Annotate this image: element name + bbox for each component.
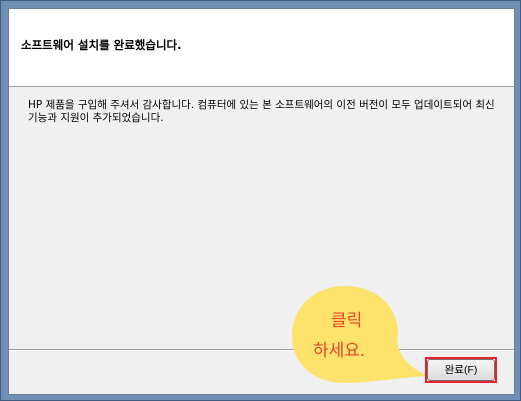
dialog-content: 소프트웨어 설치를 완료했습니다. HP 제품을 구입해 주셔서 감사합니다. …	[8, 8, 515, 395]
dialog-heading: 소프트웨어 설치를 완료했습니다.	[21, 38, 182, 52]
callout-text-click: 클릭	[331, 311, 363, 331]
callout-text-please: 하세요.	[313, 341, 366, 361]
finish-button[interactable]: 완료(F)	[427, 359, 495, 381]
footer-separator	[9, 349, 514, 351]
dialog-header: 소프트웨어 설치를 완료했습니다.	[9, 9, 514, 87]
dialog-message: HP 제품을 구입해 주셔서 감사합니다. 컴퓨터에 있는 본 소프트웨어의 이…	[28, 99, 495, 124]
dialog-window-frame: 소프트웨어 설치를 완료했습니다. HP 제품을 구입해 주셔서 감사합니다. …	[0, 0, 521, 401]
